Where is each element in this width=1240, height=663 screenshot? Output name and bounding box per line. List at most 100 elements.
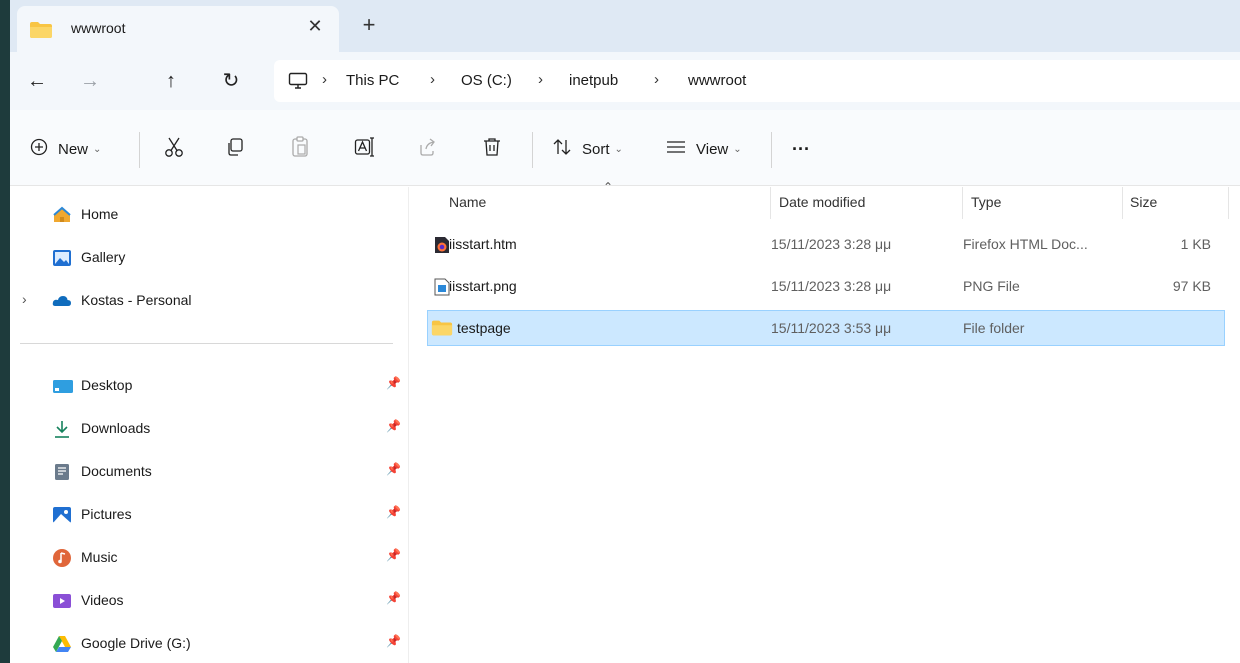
- png-file-icon: [434, 278, 450, 299]
- breadcrumb-inetpub[interactable]: inetpub: [569, 72, 618, 89]
- column-header-size[interactable]: Size: [1130, 187, 1230, 219]
- chevron-down-icon: ⌄: [93, 143, 102, 155]
- sidebar-item-label: Pictures: [81, 506, 132, 522]
- column-header-label: Size: [1130, 194, 1158, 210]
- sidebar-item-desktop[interactable]: Desktop 📌: [10, 370, 408, 402]
- toolbar-separator: [532, 132, 533, 168]
- sidebar-item-pictures[interactable]: Pictures 📌: [10, 499, 408, 531]
- close-tab-icon[interactable]: ✕: [303, 16, 327, 37]
- file-name: iisstart.png: [449, 278, 517, 294]
- file-explorer-window: wwwroot ✕ + ← → ↑ ↻ › This PC › OS (C:) …: [10, 0, 1240, 663]
- file-date: 15/11/2023 3:53 μμ: [771, 320, 892, 336]
- copy-button[interactable]: [225, 135, 245, 163]
- sidebar-item-kostas-personal[interactable]: › Kostas - Personal: [10, 285, 408, 317]
- sidebar-item-label: Documents: [81, 463, 152, 479]
- pin-icon[interactable]: 📌: [386, 634, 401, 648]
- pin-icon[interactable]: 📌: [386, 505, 401, 519]
- folder-icon: [431, 319, 453, 340]
- sidebar-item-label: Desktop: [81, 377, 133, 393]
- pin-icon[interactable]: 📌: [386, 462, 401, 476]
- breadcrumb-separator[interactable]: ›: [322, 71, 327, 88]
- column-header-label: Name: [449, 194, 487, 210]
- column-header-type[interactable]: Type: [971, 187, 1121, 219]
- up-button[interactable]: ↑: [156, 66, 186, 96]
- copy-icon: [225, 137, 245, 161]
- refresh-button[interactable]: ↻: [216, 66, 246, 96]
- sidebar-item-music[interactable]: Music 📌: [10, 542, 408, 574]
- column-header-date[interactable]: Date modified: [779, 187, 959, 219]
- pin-icon[interactable]: 📌: [386, 419, 401, 433]
- music-icon: [52, 548, 72, 568]
- column-divider[interactable]: [962, 187, 963, 219]
- file-size: 1 KB: [1180, 236, 1211, 252]
- navigation-pane: Home Gallery › Kostas - Personal Desktop…: [10, 187, 408, 663]
- breadcrumb-separator[interactable]: ›: [430, 71, 435, 88]
- file-type: Firefox HTML Doc...: [963, 236, 1088, 252]
- rename-button[interactable]: [354, 135, 376, 163]
- tab-title: wwwroot: [71, 20, 126, 36]
- column-divider[interactable]: [1122, 187, 1123, 219]
- chevron-right-icon[interactable]: ›: [22, 291, 27, 307]
- breadcrumb-this-pc[interactable]: This PC: [346, 72, 399, 89]
- sidebar-item-label: Videos: [81, 592, 124, 608]
- column-divider[interactable]: [1228, 187, 1229, 219]
- chevron-down-icon: ⌄: [733, 143, 742, 155]
- column-divider[interactable]: [770, 187, 771, 219]
- breadcrumb-os-c[interactable]: OS (C:): [461, 72, 512, 89]
- file-row-testpage[interactable]: testpage 15/11/2023 3:53 μμ File folder: [427, 310, 1225, 346]
- share-icon: [417, 137, 437, 161]
- more-options-button[interactable]: ···: [792, 135, 810, 163]
- new-button[interactable]: New ⌄: [30, 135, 101, 163]
- file-date: 15/11/2023 3:28 μμ: [771, 278, 892, 294]
- sidebar-divider: [20, 343, 393, 344]
- forward-button[interactable]: →: [75, 66, 105, 96]
- file-type: PNG File: [963, 278, 1020, 294]
- sidebar-item-label: Gallery: [81, 249, 126, 265]
- sort-button[interactable]: Sort ⌄: [552, 135, 623, 163]
- cut-button[interactable]: [164, 135, 184, 163]
- gallery-icon: [52, 248, 72, 268]
- sidebar-item-label: Music: [81, 549, 118, 565]
- pin-icon[interactable]: 📌: [386, 376, 401, 390]
- documents-icon: [52, 462, 72, 482]
- onedrive-icon: [52, 291, 72, 311]
- sidebar-item-label: Home: [81, 206, 119, 222]
- view-button[interactable]: View ⌄: [666, 135, 742, 163]
- sidebar-item-label: Downloads: [81, 420, 151, 436]
- chevron-down-icon: ⌄: [614, 143, 623, 155]
- file-list: ⌃ Name Date modified Type Size iisstart.…: [409, 180, 1240, 663]
- toolbar-separator: [771, 132, 772, 168]
- breadcrumb-separator[interactable]: ›: [538, 71, 543, 88]
- address-bar[interactable]: › This PC › OS (C:) › inetpub › wwwroot: [274, 60, 1240, 102]
- pin-icon[interactable]: 📌: [386, 591, 401, 605]
- pictures-icon: [52, 505, 72, 525]
- view-icon: [666, 140, 686, 158]
- this-pc-icon[interactable]: [288, 72, 308, 93]
- delete-button[interactable]: [482, 135, 502, 163]
- column-header-label: Date modified: [779, 194, 866, 210]
- column-header-label: Type: [971, 194, 1002, 210]
- folder-icon: [29, 21, 53, 42]
- breadcrumb-wwwroot[interactable]: wwwroot: [688, 72, 746, 89]
- sidebar-item-videos[interactable]: Videos 📌: [10, 585, 408, 617]
- share-button[interactable]: [417, 135, 437, 163]
- sidebar-item-documents[interactable]: Documents 📌: [10, 456, 408, 488]
- plus-circle-icon: [30, 138, 48, 160]
- back-button[interactable]: ←: [22, 66, 52, 96]
- sidebar-item-gallery[interactable]: Gallery: [10, 242, 408, 274]
- file-name: testpage: [457, 320, 511, 336]
- paste-button[interactable]: [290, 135, 310, 163]
- file-size: 97 KB: [1172, 278, 1211, 294]
- breadcrumb-separator[interactable]: ›: [654, 71, 659, 88]
- new-tab-button[interactable]: +: [356, 12, 382, 38]
- column-header-name[interactable]: Name: [449, 187, 769, 219]
- sidebar-item-google-drive[interactable]: Google Drive (G:) 📌: [10, 628, 408, 660]
- file-row-iisstart-png[interactable]: iisstart.png 15/11/2023 3:28 μμ PNG File…: [427, 269, 1225, 305]
- rename-icon: [354, 137, 376, 161]
- tab-wwwroot[interactable]: wwwroot ✕: [17, 6, 339, 52]
- sidebar-item-downloads[interactable]: Downloads 📌: [10, 413, 408, 445]
- sidebar-item-home[interactable]: Home: [10, 199, 408, 231]
- file-row-iisstart-htm[interactable]: iisstart.htm 15/11/2023 3:28 μμ Firefox …: [427, 227, 1225, 263]
- pin-icon[interactable]: 📌: [386, 548, 401, 562]
- paste-icon: [290, 136, 310, 162]
